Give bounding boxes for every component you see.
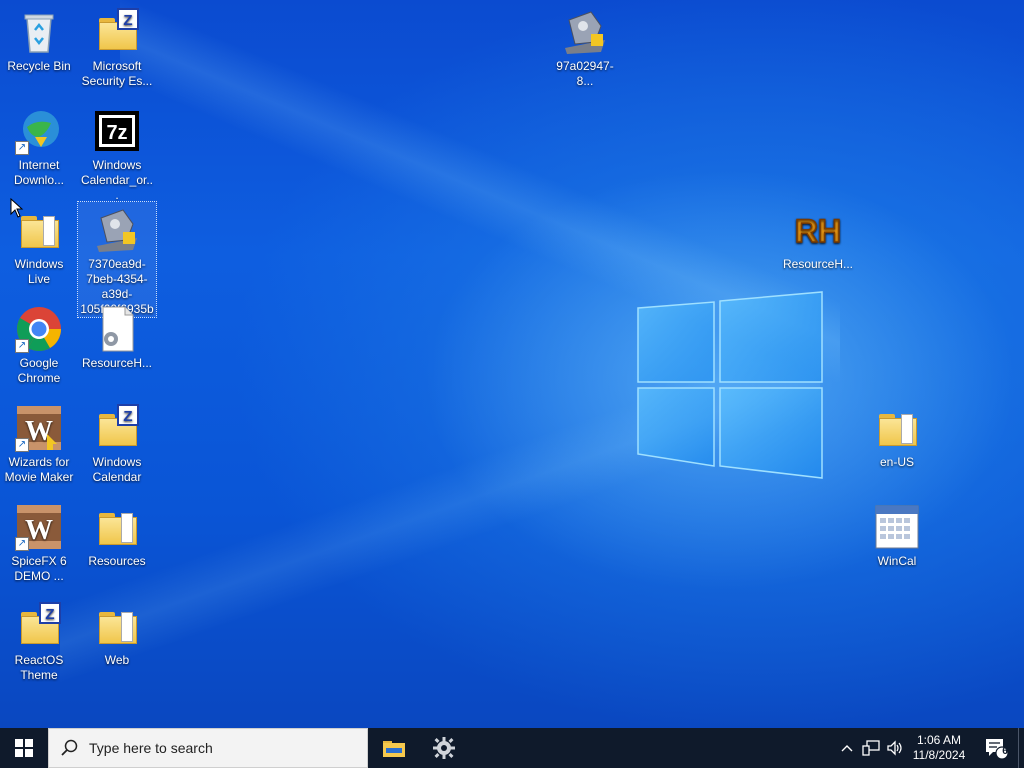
- svg-text:RH: RH: [795, 213, 841, 249]
- desktop-icon-wizards-movie-maker[interactable]: W ↗ Wizards for Movie Maker: [0, 400, 78, 485]
- icon-label: Google Chrome: [17, 356, 61, 385]
- svg-text:7z: 7z: [106, 122, 127, 144]
- seven-zip-icon: 7z: [93, 107, 141, 155]
- clock-date: 11/8/2024: [912, 748, 966, 762]
- icon-label: Windows Calendar: [92, 455, 142, 484]
- show-desktop-button[interactable]: [1018, 728, 1024, 768]
- chevron-up-icon: [841, 745, 853, 752]
- icon-label: Internet Downlo...: [13, 158, 65, 187]
- chrome-icon: ↗: [15, 305, 63, 353]
- svg-text:W: W: [25, 515, 53, 546]
- zip-folder-icon: Z: [93, 8, 141, 56]
- shortcut-arrow-icon: ↗: [15, 537, 29, 551]
- wizard-app-icon: W ↗: [15, 503, 63, 551]
- recycle-bin-icon: [15, 8, 63, 56]
- desktop-icon-reactos-theme[interactable]: Z ReactOS Theme: [0, 598, 78, 683]
- desktop-icon-resourcehacker-ini[interactable]: ResourceH...: [78, 301, 156, 371]
- taskbar: Type here to search 1:06 AM 11/8/2024 6: [0, 728, 1024, 768]
- search-icon: [61, 739, 78, 756]
- network-icon: [862, 740, 880, 756]
- taskbar-file-explorer[interactable]: [370, 728, 418, 768]
- search-placeholder: Type here to search: [89, 740, 213, 756]
- show-hidden-icons-button[interactable]: [838, 728, 856, 768]
- taskbar-search-box[interactable]: Type here to search: [48, 728, 368, 768]
- mouse-pointer-icon: [10, 198, 24, 218]
- svg-text:Z: Z: [123, 12, 132, 29]
- folder-icon: [873, 404, 921, 452]
- icon-label: Wizards for Movie Maker: [4, 455, 74, 484]
- action-center-button[interactable]: 6: [978, 728, 1014, 768]
- desktop-icon-resources[interactable]: Resources: [78, 499, 156, 569]
- icon-label: Web: [104, 653, 130, 667]
- notification-count-badge: 6: [1002, 746, 1008, 757]
- icon-label: ReactOS Theme: [14, 653, 64, 682]
- icon-label: ResourceH...: [782, 257, 854, 271]
- desktop-icon-wincal[interactable]: WinCal: [858, 499, 936, 569]
- resource-hacker-icon: RH: [794, 206, 842, 254]
- icon-label: Microsoft Security Es...: [81, 59, 153, 88]
- windows-logo-wallpaper: [637, 291, 823, 479]
- desktop-icon-google-chrome[interactable]: ↗ Google Chrome: [0, 301, 78, 386]
- start-button[interactable]: [0, 728, 48, 768]
- desktop-icon-guid-file[interactable]: 7370ea9d-7beb-4354-a39d-105f60f6935b: [77, 201, 157, 318]
- shortcut-arrow-icon: ↗: [15, 141, 29, 155]
- shortcut-arrow-icon: ↗: [15, 438, 29, 452]
- desktop[interactable]: Recycle Bin ↗ Internet Downlo... Windows…: [0, 0, 1024, 728]
- desktop-icon-spicefx[interactable]: W ↗ SpiceFX 6 DEMO ...: [0, 499, 78, 584]
- setup-wizard-icon: [561, 8, 609, 56]
- file-explorer-icon: [383, 741, 405, 757]
- shortcut-arrow-icon: ↗: [15, 339, 29, 353]
- icon-label: 97a02947-8...: [556, 59, 614, 88]
- desktop-icon-microsoft-security-essentials[interactable]: Z Microsoft Security Es...: [78, 4, 156, 89]
- gear-icon: [433, 737, 455, 759]
- icon-label: Windows Calendar_or...: [80, 158, 154, 202]
- desktop-icon-internet-download-manager[interactable]: ↗ Internet Downlo...: [0, 103, 78, 188]
- icon-label: WinCal: [877, 554, 917, 568]
- network-status-button[interactable]: [860, 728, 882, 768]
- icon-label: Recycle Bin: [7, 59, 71, 73]
- icon-label: Windows Live: [14, 257, 64, 286]
- zip-folder-icon: Z: [15, 602, 63, 650]
- desktop-icon-97a02947[interactable]: 97a02947-8...: [546, 4, 624, 89]
- settings-file-icon: [93, 305, 141, 353]
- clock-time: 1:06 AM: [916, 733, 962, 747]
- zip-folder-icon: Z: [93, 404, 141, 452]
- desktop-icon-resource-hacker[interactable]: RH ResourceH...: [779, 202, 857, 272]
- desktop-icon-en-us[interactable]: en-US: [858, 400, 936, 470]
- folder-icon: [93, 602, 141, 650]
- desktop-icon-windows-calendar-or[interactable]: 7z Windows Calendar_or...: [78, 103, 156, 203]
- folder-icon: [93, 503, 141, 551]
- windows-start-icon: [15, 739, 33, 757]
- wizard-app-icon: W ↗: [15, 404, 63, 452]
- speaker-icon: [887, 740, 902, 756]
- icon-label: SpiceFX 6 DEMO ...: [11, 554, 67, 583]
- desktop-icon-web[interactable]: Web: [78, 598, 156, 668]
- desktop-icon-recycle-bin[interactable]: Recycle Bin: [0, 4, 78, 74]
- volume-button[interactable]: [884, 728, 906, 768]
- setup-wizard-icon: [93, 206, 141, 254]
- taskbar-settings[interactable]: [420, 728, 468, 768]
- svg-text:Z: Z: [123, 408, 132, 425]
- calendar-icon: [873, 503, 921, 551]
- icon-label: Resources: [88, 554, 146, 568]
- icon-label: en-US: [879, 455, 914, 469]
- taskbar-clock[interactable]: 1:06 AM 11/8/2024: [906, 728, 972, 768]
- svg-text:Z: Z: [45, 606, 54, 623]
- icon-label: ResourceH...: [81, 356, 153, 370]
- desktop-icon-windows-calendar[interactable]: Z Windows Calendar: [78, 400, 156, 485]
- globe-download-icon: ↗: [15, 107, 63, 155]
